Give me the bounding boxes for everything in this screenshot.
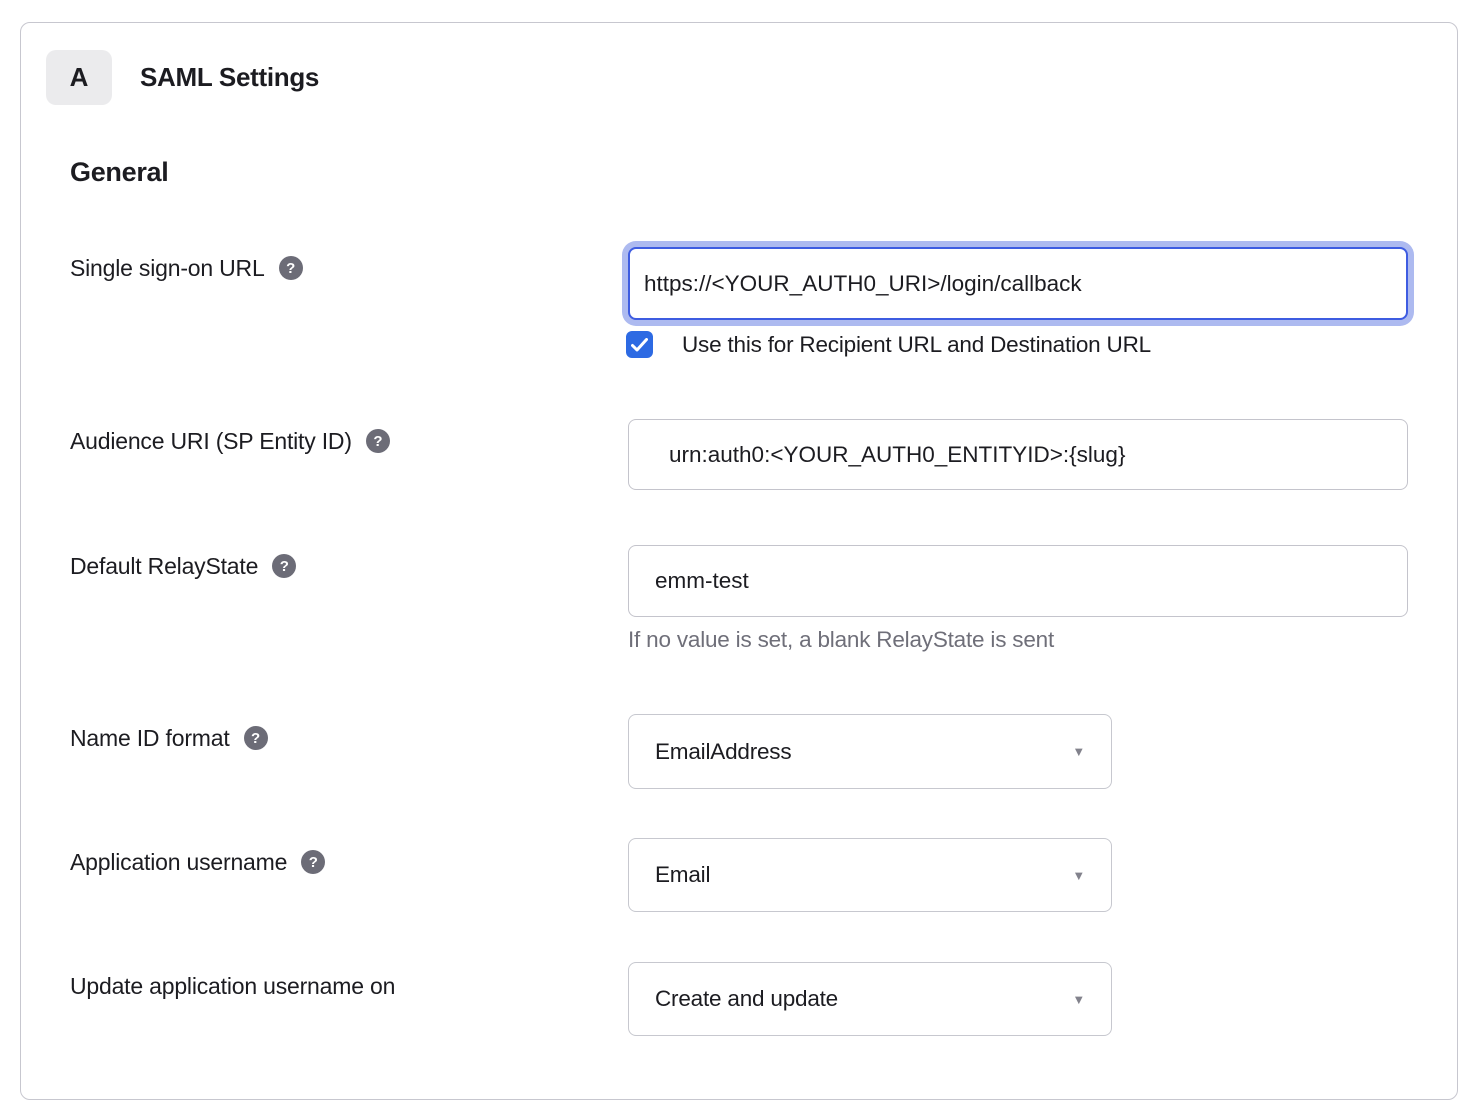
application-username-label: Application username xyxy=(70,849,287,876)
help-icon[interactable]: ? xyxy=(244,726,268,750)
update-application-username-label-row: Update application username on xyxy=(70,971,395,1001)
help-icon[interactable]: ? xyxy=(366,429,390,453)
audience-uri-label-row: Audience URI (SP Entity ID) ? xyxy=(70,426,390,456)
relay-state-label-row: Default RelayState ? xyxy=(70,551,296,581)
relay-state-helper-text: If no value is set, a blank RelayState i… xyxy=(628,627,1054,653)
name-id-format-value: EmailAddress xyxy=(655,739,791,765)
section-title-general: General xyxy=(70,157,168,188)
relay-state-input[interactable] xyxy=(628,545,1408,617)
chevron-down-icon: ▼ xyxy=(1072,992,1085,1007)
sso-url-label-row: Single sign-on URL ? xyxy=(70,253,303,283)
sso-url-label: Single sign-on URL xyxy=(70,255,265,282)
recipient-url-checkbox-row: Use this for Recipient URL and Destinati… xyxy=(626,331,1151,358)
update-application-username-select[interactable]: Create and update ▼ xyxy=(628,962,1112,1036)
update-application-username-label: Update application username on xyxy=(70,973,395,1000)
sso-url-input[interactable] xyxy=(628,247,1408,320)
audience-uri-input[interactable] xyxy=(628,419,1408,490)
name-id-format-label: Name ID format xyxy=(70,725,230,752)
name-id-format-select[interactable]: EmailAddress ▼ xyxy=(628,714,1112,789)
relay-state-label: Default RelayState xyxy=(70,553,258,580)
chevron-down-icon: ▼ xyxy=(1072,744,1085,759)
update-application-username-value: Create and update xyxy=(655,986,838,1012)
check-icon xyxy=(631,338,648,352)
page-title: SAML Settings xyxy=(140,50,319,105)
chevron-down-icon: ▼ xyxy=(1072,868,1085,883)
application-username-select[interactable]: Email ▼ xyxy=(628,838,1112,912)
help-icon[interactable]: ? xyxy=(279,256,303,280)
application-username-value: Email xyxy=(655,862,710,888)
recipient-url-checkbox[interactable] xyxy=(626,331,653,358)
recipient-url-checkbox-label: Use this for Recipient URL and Destinati… xyxy=(682,332,1151,358)
application-username-label-row: Application username ? xyxy=(70,847,325,877)
audience-uri-label: Audience URI (SP Entity ID) xyxy=(70,428,352,455)
step-badge: A xyxy=(46,50,112,105)
name-id-format-label-row: Name ID format ? xyxy=(70,723,268,753)
help-icon[interactable]: ? xyxy=(272,554,296,578)
help-icon[interactable]: ? xyxy=(301,850,325,874)
